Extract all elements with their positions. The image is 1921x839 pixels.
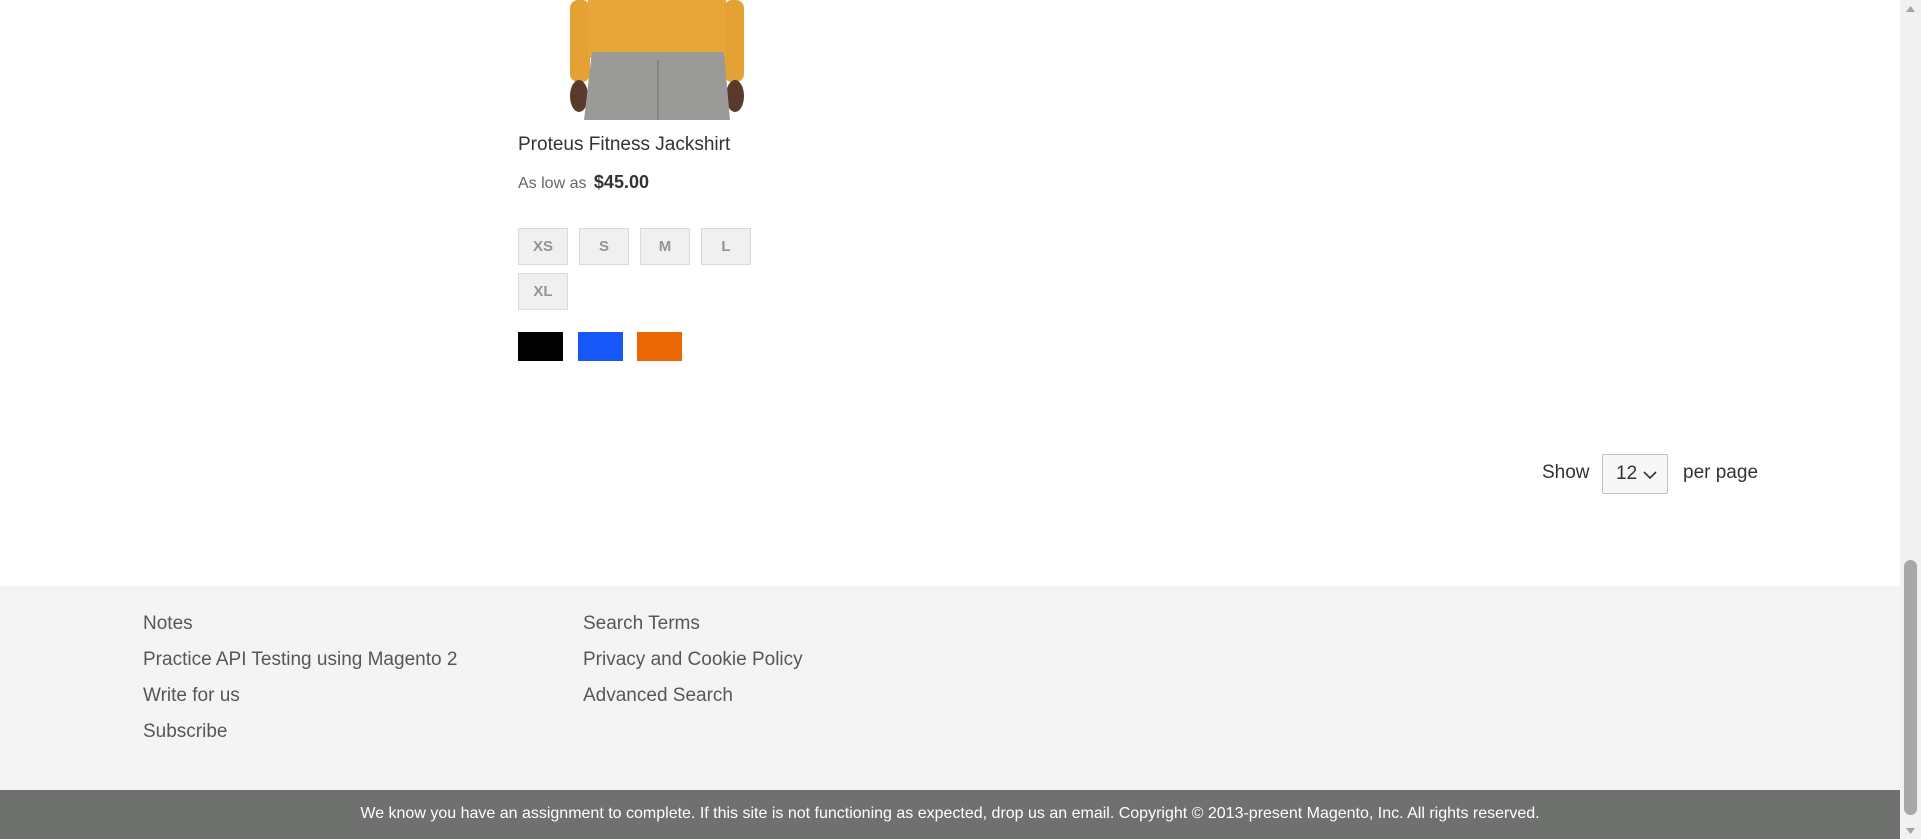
scrollbar-thumb[interactable] (1904, 560, 1917, 815)
size-swatch-l[interactable]: L (701, 228, 751, 265)
price-prefix: As low as (518, 175, 587, 192)
price-box: As low as $45.00 (518, 172, 649, 193)
color-swatch-black[interactable] (518, 332, 563, 361)
chevron-down-icon (1643, 471, 1657, 480)
footer-link-practice-api[interactable]: Practice API Testing using Magento 2 (143, 646, 457, 682)
size-swatch-xs[interactable]: XS (518, 228, 568, 265)
footer-column-2: Search Terms Privacy and Cookie Policy A… (583, 610, 803, 718)
footer-link-write-for-us[interactable]: Write for us (143, 682, 457, 718)
copyright-bar: We know you have an assignment to comple… (0, 790, 1900, 839)
limiter-show-label: Show (1542, 462, 1590, 483)
footer-link-search-terms[interactable]: Search Terms (583, 610, 803, 646)
limiter-per-page-label: per page (1683, 462, 1759, 483)
size-swatch-m[interactable]: M (640, 228, 690, 265)
color-swatch-blue[interactable] (578, 332, 623, 361)
product-image[interactable] (570, 0, 746, 120)
page: Proteus Fitness Jackshirt As low as $45.… (0, 0, 1900, 839)
scroll-up-arrow-icon[interactable] (1900, 0, 1921, 17)
limiter-select[interactable]: 12 (1602, 454, 1668, 494)
footer-column-1: Notes Practice API Testing using Magento… (143, 610, 457, 754)
color-swatch-orange[interactable] (637, 332, 682, 361)
footer-link-privacy[interactable]: Privacy and Cookie Policy (583, 646, 803, 682)
footer-links-area: Notes Practice API Testing using Magento… (0, 586, 1900, 790)
product-name[interactable]: Proteus Fitness Jackshirt (518, 134, 730, 156)
vertical-scrollbar[interactable] (1900, 0, 1921, 839)
price-value: $45.00 (593, 172, 649, 192)
footer-link-subscribe[interactable]: Subscribe (143, 718, 457, 754)
footer-link-advanced-search[interactable]: Advanced Search (583, 682, 803, 718)
footer-link-notes[interactable]: Notes (143, 610, 457, 646)
size-swatch-s[interactable]: S (579, 228, 629, 265)
limiter-value: 12 (1616, 463, 1638, 484)
scroll-down-arrow-icon[interactable] (1900, 822, 1921, 839)
size-swatch-xl[interactable]: XL (518, 273, 568, 310)
